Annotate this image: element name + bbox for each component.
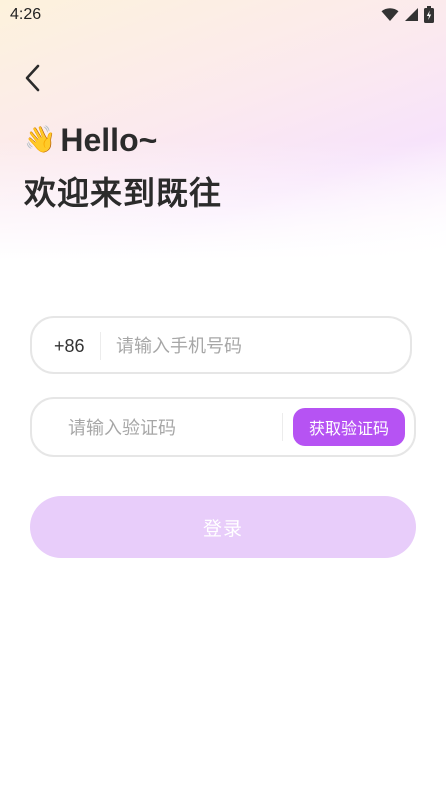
field-divider [100,332,101,360]
chevron-left-icon [18,64,50,100]
hello-heading: Hello~ [60,122,158,158]
welcome-heading: 欢迎来到既往 [24,174,223,212]
battery-charging-icon [424,6,434,27]
status-icons [381,6,434,27]
phone-input[interactable] [116,332,396,360]
login-button[interactable]: 登录 [30,496,416,558]
country-code-selector[interactable]: +86 [54,336,85,357]
phone-field: +86 [30,316,412,374]
get-code-button[interactable]: 获取验证码 [293,408,405,446]
verification-code-field: 获取验证码 [30,397,416,457]
cellular-signal-icon [404,7,419,26]
greeting: 👋 Hello~ [24,122,157,158]
verification-code-input[interactable] [68,414,268,442]
status-time: 4:26 [10,6,42,23]
status-bar: 4:26 [0,0,446,30]
back-button[interactable] [18,60,50,96]
field-divider [282,413,283,441]
waving-hand-icon: 👋 [24,125,57,155]
wifi-icon [381,7,399,26]
